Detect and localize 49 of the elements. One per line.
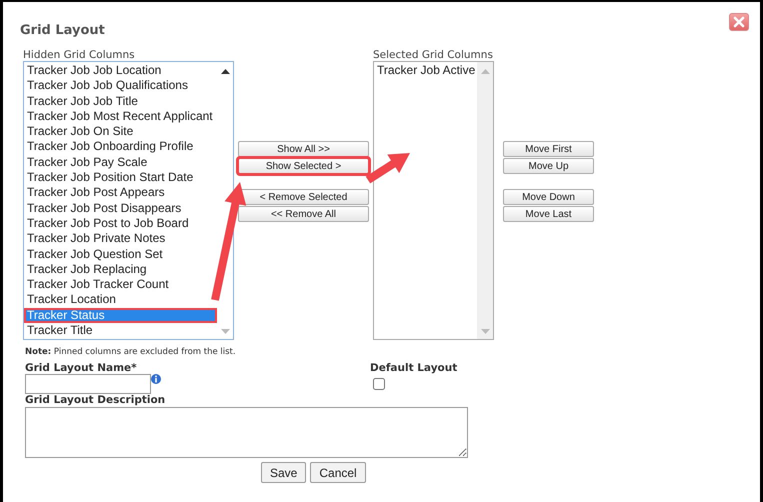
field-label: Grid Layout Description [25,394,166,406]
list-item[interactable]: Tracker Job Active [374,63,477,78]
dialog-button[interactable]: Cancel [310,462,366,483]
order-button[interactable]: Move Last [503,206,594,222]
list-item[interactable]: Tracker Job Most Recent Applicant [24,108,217,124]
list-item[interactable]: Tracker Job Question Set [24,246,217,262]
order-button[interactable]: Move First [503,141,594,157]
close-icon [733,16,745,28]
list-item[interactable]: Tracker Job Post Disappears [24,200,217,216]
field-label: Default Layout [370,362,458,374]
list-item[interactable]: Tracker Title [24,323,217,338]
list-label: Hidden Grid Columns [23,49,136,61]
transfer-button[interactable]: << Remove All [238,206,369,222]
list-item[interactable]: Tracker Job Onboarding Profile [24,139,217,155]
scroll-up-icon[interactable] [220,69,230,74]
list-item[interactable]: Tracker Job Post to Job Board [24,216,217,232]
default-layout-checkbox[interactable] [373,378,385,390]
dialog-title: Grid Layout [20,22,105,40]
dialog-button[interactable]: Save [261,462,306,483]
note-text: Note: Pinned columns are excluded from the list. [25,347,237,357]
order-button[interactable]: Move Up [503,158,594,174]
list-item[interactable]: Tracker Job Job Location [24,63,217,78]
name-input-field[interactable] [25,374,151,394]
info-icon[interactable] [151,374,161,384]
selected-columns-list[interactable]: Tracker Job Active [373,61,494,340]
list-label: Selected Grid Columns [373,49,494,61]
order-button[interactable]: Move Down [503,189,594,205]
list-item[interactable]: Tracker Location [24,292,217,308]
scrollbar[interactable] [477,62,493,339]
list-item[interactable]: Tracker Job Post Appears [24,185,217,201]
field-label: Grid Layout Name* [25,362,138,374]
list-item[interactable]: Tracker Job Pay Scale [24,154,217,170]
list-item[interactable]: Tracker Job On Site [24,124,217,140]
transfer-button[interactable]: < Remove Selected [238,189,369,205]
annotation-arrow [366,153,410,184]
list-item[interactable]: Tracker Status [24,308,217,324]
close-button[interactable] [729,13,749,31]
description-input-field[interactable] [25,407,468,458]
scroll-down-icon[interactable] [480,329,490,334]
transfer-button[interactable]: Show Selected > [238,158,369,174]
scroll-down-icon[interactable] [220,329,230,334]
list-item[interactable]: Tracker Job Job Qualifications [24,78,217,94]
hidden-columns-list[interactable] [23,61,234,340]
list-item[interactable]: Tracker Job Private Notes [24,231,217,247]
list-item[interactable]: Tracker Job Tracker Count [24,277,217,292]
list-item[interactable]: Tracker Job Job Title [24,94,217,109]
transfer-button[interactable]: Show All >> [238,141,369,157]
list-item[interactable]: Tracker Job Position Start Date [24,170,217,186]
list-item[interactable]: Tracker Job Replacing [24,262,217,278]
